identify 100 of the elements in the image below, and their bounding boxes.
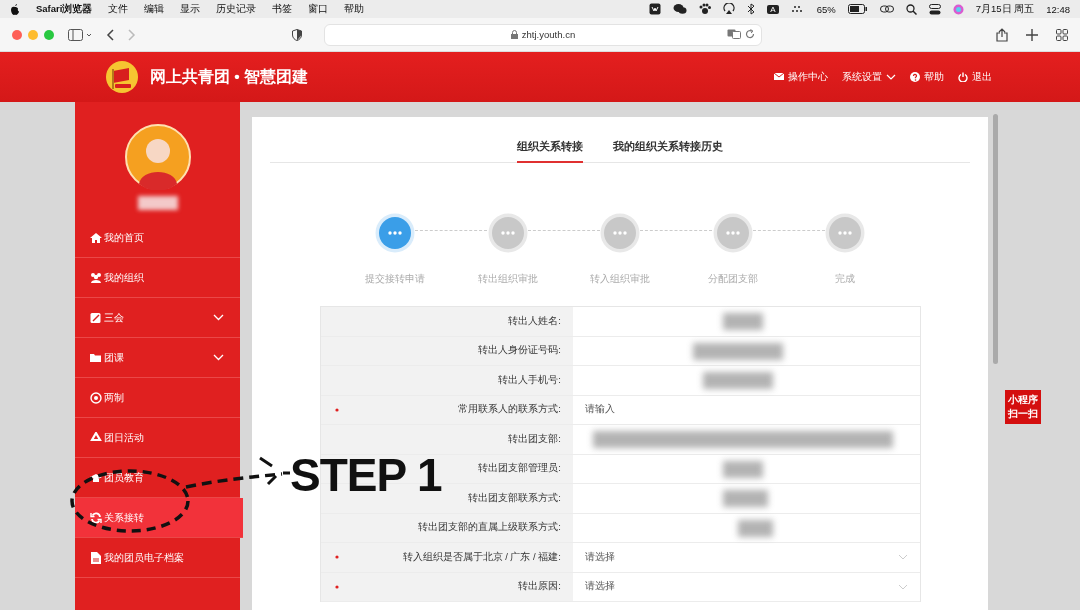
sidebar-item[interactable]: 团课 bbox=[75, 338, 240, 378]
search-icon[interactable] bbox=[905, 3, 917, 15]
chevron-down-icon bbox=[898, 554, 908, 561]
scrollbar-thumb[interactable] bbox=[993, 114, 998, 364]
select-field[interactable]: 请选择 bbox=[585, 543, 908, 572]
group-icon bbox=[90, 271, 102, 284]
step-annotation: STEP 1 bbox=[290, 448, 442, 502]
menu-item[interactable]: 编辑 bbox=[144, 2, 165, 16]
share-icon[interactable] bbox=[996, 27, 1008, 42]
app-menu[interactable]: Safari浏览器 bbox=[36, 2, 93, 16]
toggles-icon[interactable] bbox=[928, 3, 941, 15]
tab[interactable]: 组织关系转接 bbox=[517, 139, 583, 163]
home-icon bbox=[90, 231, 102, 244]
step-connector bbox=[640, 230, 712, 231]
site-title: 网上共青团 • 智慧团建 bbox=[150, 66, 309, 87]
lock-icon bbox=[510, 30, 518, 39]
redacted-value bbox=[738, 519, 773, 537]
circle-dot-icon bbox=[90, 391, 102, 404]
chevron-down-icon bbox=[213, 354, 224, 361]
battery-percentage: 65% bbox=[816, 3, 836, 15]
header-link[interactable]: 退出 bbox=[958, 70, 992, 84]
field-label: 转出原因: bbox=[517, 580, 561, 594]
field-label: 转出人姓名: bbox=[507, 314, 561, 328]
square-icon[interactable] bbox=[649, 3, 662, 15]
field-label: 常用联系人的联系方式: bbox=[457, 403, 561, 417]
bluetooth-icon[interactable] bbox=[747, 3, 756, 15]
field-label: 转出团支部的直属上级联系方式: bbox=[417, 521, 561, 535]
help-icon bbox=[910, 72, 920, 82]
menu-item[interactable]: 显示 bbox=[180, 2, 201, 16]
field-label: 转出人手机号: bbox=[497, 373, 561, 387]
sidebar-item[interactable]: 我的组织 bbox=[75, 258, 240, 298]
menu-item[interactable]: 文件 bbox=[108, 2, 129, 16]
emblem-logo bbox=[104, 60, 140, 94]
paw-icon[interactable] bbox=[699, 3, 712, 15]
header-link[interactable]: 操作中心 bbox=[774, 70, 828, 84]
chevron-down-icon bbox=[886, 74, 896, 80]
mini-program-badge[interactable]: 小程序 扫一扫 bbox=[1005, 390, 1041, 424]
chat-icon[interactable] bbox=[673, 3, 688, 15]
field-label: 转出人身份证号码: bbox=[477, 344, 561, 358]
sidebar-item[interactable]: 三会 bbox=[75, 298, 240, 338]
shield-icon[interactable] bbox=[292, 28, 302, 41]
menu-item[interactable]: 历史记录 bbox=[216, 2, 257, 16]
address-bar[interactable]: zhtj.youth.cn bbox=[324, 23, 762, 46]
orb-icon[interactable] bbox=[952, 3, 964, 15]
graduation-cap-icon bbox=[90, 471, 102, 484]
redacted-value bbox=[723, 313, 763, 330]
field-label: 转入组织是否属于北京 / 广东 / 福建: bbox=[401, 550, 561, 564]
document-icon bbox=[90, 551, 102, 564]
menu-item[interactable]: 帮助 bbox=[344, 2, 365, 16]
translate-icon[interactable] bbox=[727, 28, 741, 39]
tab[interactable]: 我的组织关系转接历史 bbox=[613, 139, 723, 163]
reload-icon[interactable] bbox=[745, 28, 755, 39]
sidebar-icon[interactable] bbox=[68, 28, 92, 41]
field-label: 转出团支部管理员: bbox=[477, 462, 561, 476]
airplay-icon[interactable] bbox=[723, 3, 736, 15]
header-link[interactable]: 帮助 bbox=[910, 70, 944, 84]
dots-icon[interactable] bbox=[790, 5, 805, 13]
clock-text[interactable]: 12:48 bbox=[1046, 3, 1070, 15]
battery-icon bbox=[847, 4, 868, 14]
triangle-icon bbox=[90, 431, 102, 444]
redacted-value bbox=[703, 372, 773, 389]
power-icon bbox=[958, 72, 968, 82]
step-label: 转出组织审批 bbox=[477, 273, 538, 286]
mail-icon bbox=[774, 72, 784, 82]
required-mark-icon bbox=[335, 584, 339, 589]
apple-icon bbox=[10, 3, 20, 15]
header-link[interactable]: 系统设置 bbox=[842, 70, 896, 84]
menu-item[interactable]: 窗口 bbox=[308, 2, 329, 16]
step-connector bbox=[415, 230, 487, 231]
close-window-icon[interactable] bbox=[12, 29, 22, 40]
select-field[interactable]: 请选择 bbox=[585, 572, 908, 601]
required-mark-icon bbox=[335, 555, 339, 560]
redacted-name bbox=[137, 196, 178, 210]
field-label: 转出团支部联系方式: bbox=[467, 491, 561, 505]
sidebar-item[interactable]: 两制 bbox=[75, 378, 240, 418]
chevron-down-icon bbox=[898, 583, 908, 590]
required-mark-icon bbox=[335, 407, 339, 412]
tab-overview-icon[interactable] bbox=[1056, 28, 1068, 41]
input-field[interactable]: 请输入 bbox=[585, 395, 908, 424]
step-label: 分配团支部 bbox=[707, 273, 758, 286]
folder-icon bbox=[90, 351, 102, 364]
sidebar-item[interactable]: 我的团员电子档案 bbox=[75, 538, 240, 578]
sidebar-item[interactable]: 团日活动 bbox=[75, 418, 240, 458]
menu-item[interactable]: 书签 bbox=[272, 2, 293, 16]
sidebar-item[interactable]: 关系接转 bbox=[75, 498, 243, 538]
chevron-down-icon bbox=[213, 314, 224, 321]
field-label: 转出团支部: bbox=[507, 432, 561, 446]
redacted-value bbox=[723, 490, 768, 507]
step-label: 转入组织审批 bbox=[590, 273, 650, 286]
link-icon[interactable] bbox=[879, 4, 894, 14]
sidebar-item[interactable]: 我的首页 bbox=[75, 218, 240, 258]
input-method-indicator[interactable]: A bbox=[767, 4, 779, 14]
back-icon[interactable] bbox=[106, 28, 114, 41]
new-tab-icon[interactable] bbox=[1026, 28, 1038, 41]
refresh-icon bbox=[90, 511, 102, 524]
step-label: 完成 bbox=[835, 273, 855, 286]
avatar bbox=[124, 124, 191, 190]
step-label: 提交接转申请 bbox=[365, 273, 425, 286]
date-text[interactable]: 7月15日 周五 bbox=[975, 2, 1035, 16]
redacted-value bbox=[723, 460, 763, 478]
